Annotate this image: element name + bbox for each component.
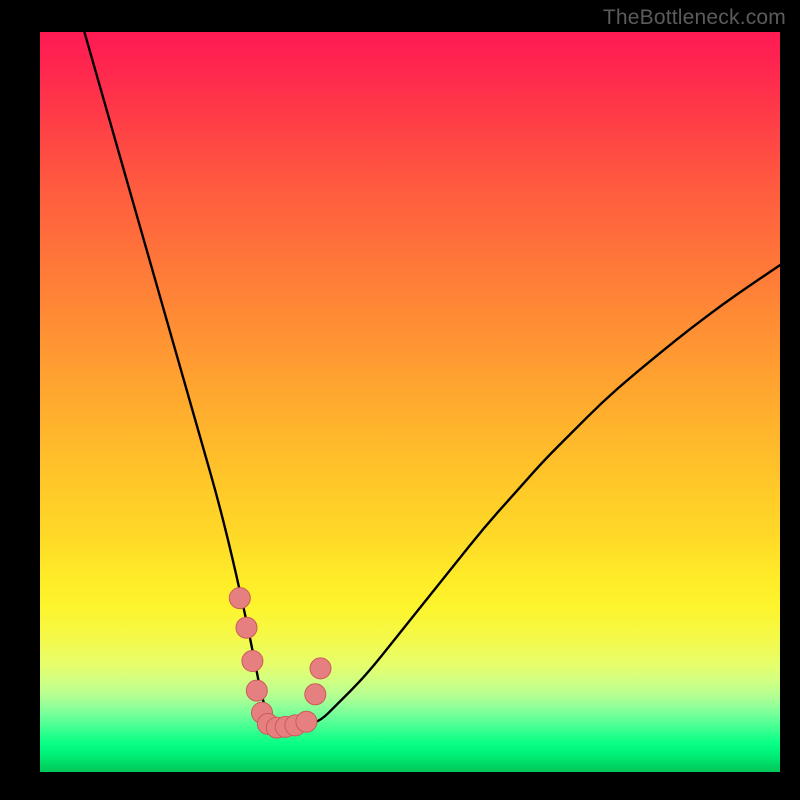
curve-marker [229,588,250,609]
bottleneck-curve [84,32,780,728]
curve-marker [310,658,331,679]
plot-area [40,32,780,772]
curve-marker [305,684,326,705]
curve-marker [296,711,317,732]
bottleneck-curve-svg [40,32,780,772]
watermark-text: TheBottleneck.com [603,6,786,30]
curve-marker [236,617,257,638]
curve-marker [246,680,267,701]
chart-frame: TheBottleneck.com [0,0,800,800]
curve-marker [242,651,263,672]
